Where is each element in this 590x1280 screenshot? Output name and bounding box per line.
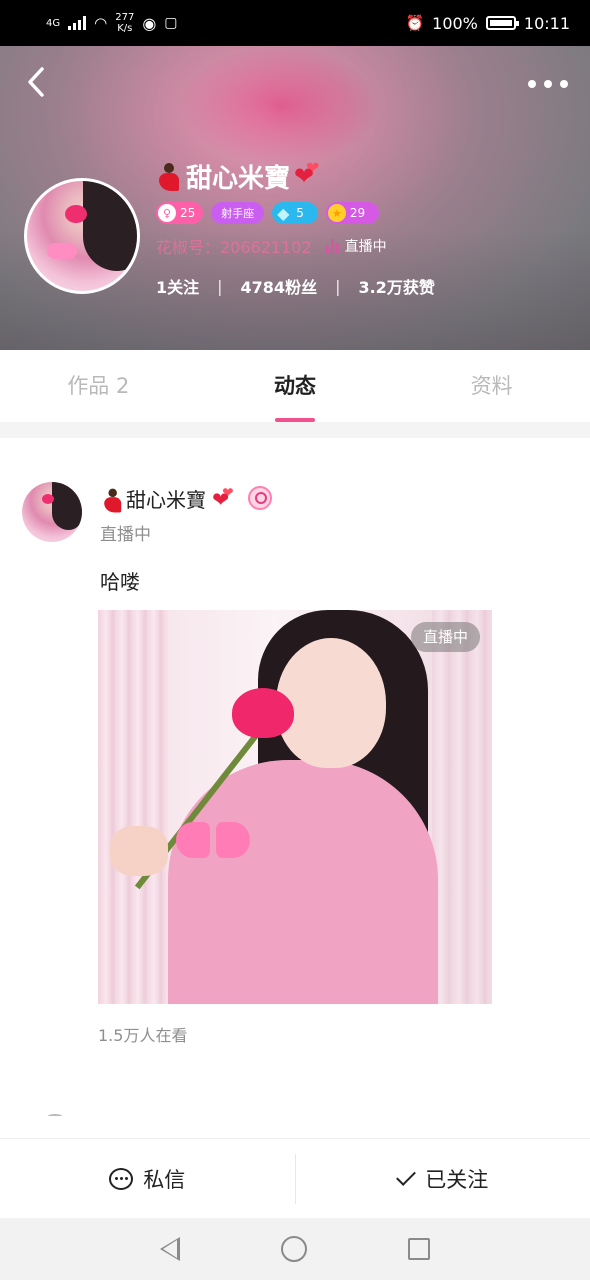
live-status-label: 直播中 — [344, 239, 387, 255]
female-level-icon — [248, 486, 272, 510]
diamond-icon: ◆ — [277, 203, 290, 223]
section-divider — [0, 422, 590, 438]
following-count[interactable]: 1关注 — [156, 274, 199, 298]
nav-recents-icon[interactable] — [407, 1238, 430, 1260]
bottom-action-bar: 私信 已关注 — [0, 1138, 590, 1218]
profile-info: 甜心米寶 ♀ 25 射手座 ◆ 5 ★ 29 花椒号：206621102 — [156, 158, 435, 298]
profile-avatar[interactable] — [24, 178, 140, 294]
user-id: 花椒号：206621102 — [156, 238, 312, 257]
network-speed: 277 K/s — [115, 12, 134, 34]
more-button[interactable] — [528, 66, 568, 102]
diamond-value: 5 — [296, 206, 304, 220]
wifi-icon: ◠ — [94, 14, 108, 32]
follow-button[interactable]: 已关注 — [296, 1139, 590, 1219]
post-author-name[interactable]: 甜心米寶 — [126, 484, 206, 513]
stats-separator: | — [335, 276, 341, 296]
likes-count: 3.2万获赞 — [358, 278, 435, 297]
follow-label: 已关注 — [425, 1167, 489, 1192]
post-text: 哈喽 — [100, 570, 140, 594]
status-bar-right: ⏰ 100% 10:11 — [405, 14, 570, 33]
status-bar-left: 4G ◠ 277 K/s ◉ ▢ — [46, 12, 178, 34]
nav-back-icon[interactable] — [160, 1237, 181, 1261]
dancer-emoji-icon — [102, 487, 122, 513]
level-value: 25 — [180, 206, 196, 220]
profile-tabs: 作品 2 动态 资料 — [0, 350, 590, 422]
fans-count[interactable]: 4784粉丝 — [241, 274, 318, 298]
feed-post: 甜心米寶 直播中 哈喽 直播中 1.5万人在看 — [0, 438, 590, 1138]
more-dot — [544, 80, 552, 88]
post-author-avatar[interactable] — [22, 482, 82, 542]
tab-profile-info[interactable]: 资料 — [393, 350, 590, 422]
chevron-left-icon — [28, 67, 44, 97]
profile-stats: 1关注 | 4784粉丝 | 3.2万获赞 — [156, 274, 435, 298]
post-live-image[interactable]: 直播中 — [98, 610, 492, 1004]
diamond-badge[interactable]: ◆ 5 — [272, 202, 318, 224]
clock: 10:11 — [523, 13, 570, 33]
app-notification-icon: ▢ — [164, 15, 178, 31]
next-post-hint — [48, 1114, 62, 1118]
network-type: 4G — [46, 17, 61, 29]
live-bars-icon — [325, 239, 339, 253]
status-bar: 4G ◠ 277 K/s ◉ ▢ ⏰ 100% 10:11 — [0, 0, 590, 46]
live-tag: 直播中 — [410, 622, 480, 652]
tab-moments[interactable]: 动态 — [197, 350, 394, 422]
battery-icon — [485, 16, 519, 30]
live-status[interactable]: 直播中 — [325, 236, 387, 256]
viewer-count: 1.5万人在看 — [98, 1026, 188, 1045]
hearts-emoji-icon — [294, 158, 326, 190]
nav-home-icon[interactable] — [280, 1236, 307, 1262]
battery-percent: 100% — [432, 13, 478, 33]
profile-badges: ♀ 25 射手座 ◆ 5 ★ 29 — [156, 202, 435, 224]
profile-name: 甜心米寶 — [186, 163, 291, 194]
chat-bubble-icon — [109, 1167, 134, 1190]
back-button[interactable] — [26, 66, 62, 102]
level-badge[interactable]: ♀ 25 — [156, 202, 204, 224]
post-status: 直播中 — [100, 525, 151, 545]
system-nav-bar — [0, 1218, 590, 1280]
more-dot — [560, 80, 568, 88]
message-label: 私信 — [143, 1167, 186, 1192]
level-icon: ♀ — [158, 204, 176, 222]
profile-name-row: 甜心米寶 — [156, 158, 435, 194]
dancer-emoji-icon — [156, 161, 182, 191]
post-author-row: 甜心米寶 — [100, 482, 272, 514]
alarm-icon: ⏰ — [405, 14, 425, 32]
speed-unit: K/s — [117, 23, 133, 34]
star-value: 29 — [349, 206, 366, 220]
signal-icon — [68, 16, 87, 30]
message-button[interactable]: 私信 — [0, 1139, 295, 1219]
more-dot — [528, 80, 536, 88]
speed-value: 277 — [115, 12, 135, 23]
star-badge[interactable]: ★ 29 — [325, 202, 380, 224]
tab-works[interactable]: 作品 2 — [0, 350, 197, 422]
zodiac-badge[interactable]: 射手座 — [211, 202, 265, 224]
zodiac-label: 射手座 — [221, 207, 255, 220]
eye-icon: ◉ — [142, 13, 157, 33]
check-icon — [396, 1165, 417, 1186]
stats-separator: | — [217, 276, 223, 296]
hearts-emoji-icon — [212, 484, 236, 511]
profile-header: 甜心米寶 ♀ 25 射手座 ◆ 5 ★ 29 花椒号：206621102 — [0, 46, 590, 350]
star-icon: ★ — [327, 204, 346, 222]
id-row: 花椒号：206621102 直播中 — [156, 234, 435, 258]
